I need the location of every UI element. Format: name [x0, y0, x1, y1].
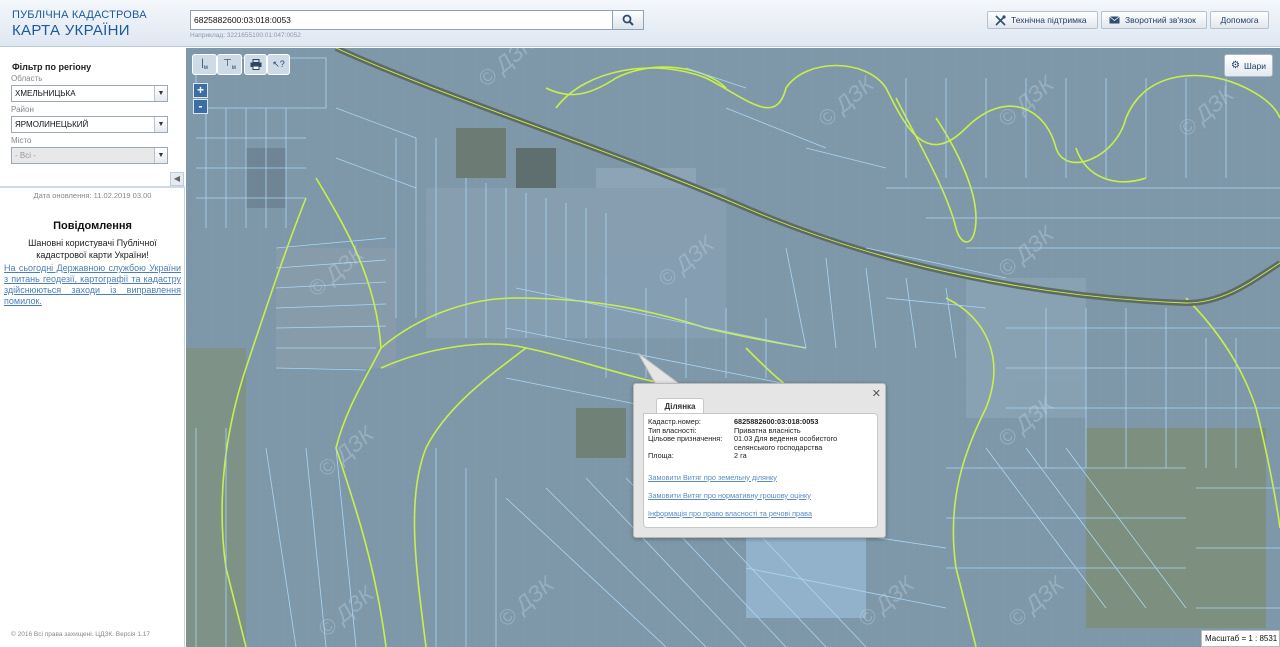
zoom-in-button[interactable]: + [193, 83, 208, 98]
region-filter: Фільтр по регіону Область ХМЕЛЬНИЦЬКА ▼ … [0, 48, 185, 188]
notice-text: Шановні користувачі Публічної кадастрово… [28, 238, 157, 260]
logo-line2: КАРТА УКРАЇНИ [12, 22, 130, 39]
info-key: Цільове призначення: [648, 434, 723, 443]
support-button[interactable]: Технічна підтримка [987, 11, 1098, 29]
info-key: Площа: [648, 451, 674, 460]
help-button[interactable]: Допомога [1210, 11, 1269, 29]
pointer-question-icon: ↖? [272, 59, 285, 69]
info-value: 2 га [734, 451, 747, 460]
measure-area-button[interactable]: ⊤м [217, 54, 242, 75]
chevron-down-icon: ▼ [154, 148, 167, 163]
rayon-select[interactable]: ЯРМОЛИНЕЦЬКИЙ ▼ [11, 116, 168, 133]
zoom-out-button[interactable]: - [193, 99, 208, 114]
rayon-label: Район [11, 105, 34, 114]
tools-icon [995, 14, 1006, 26]
search-hint: Наприклад: 3221655100:01:047:0052 [190, 32, 301, 39]
search-icon [622, 14, 634, 26]
support-label: Технічна підтримка [1011, 15, 1087, 25]
order-valuation-link[interactable]: Замовити Витяг про нормативну грошову оц… [648, 491, 873, 500]
update-date: Дата оновлення: 11.02.2019 03.00 [33, 191, 152, 200]
help-label: Допомога [1220, 15, 1259, 25]
tab-parcel[interactable]: Ділянка [656, 398, 704, 414]
ruler-icon: |м [201, 58, 208, 71]
notice-title: Повідомлення [53, 220, 132, 232]
notice-link[interactable]: На сьогодні Державною службою України з … [4, 263, 181, 307]
gear-icon: ⚙ [1231, 60, 1240, 71]
satellite-basemap[interactable]: © ДЗК © ДЗК © ДЗК © ДЗК © ДЗК © ДЗК © ДЗ… [186, 48, 1280, 647]
app-header: ПУБЛІЧНА КАДАСТРОВА КАРТА УКРАЇНИ 682588… [0, 0, 1280, 47]
collapse-panel-button[interactable]: ◀ [170, 172, 184, 186]
oblast-value: ХМЕЛЬНИЦЬКА [15, 89, 76, 98]
print-button[interactable] [244, 54, 267, 75]
order-extract-link[interactable]: Замовити Витяг про земельну ділянку [648, 473, 873, 482]
city-value: - Всі - [15, 151, 36, 160]
measure-distance-button[interactable]: |м [192, 54, 217, 75]
rayon-value: ЯРМОЛИНЕЦЬКИЙ [15, 120, 89, 129]
city-select: - Всі - ▼ [11, 147, 168, 164]
panel-divider [0, 186, 185, 188]
copyright-footer: © 2016 Всі права захищені. ЦДЗК. Версія … [11, 631, 151, 638]
envelope-icon [1109, 16, 1120, 24]
popup-content: Кадастр.номер: 6825882600:03:018:0053 Ти… [643, 413, 878, 528]
layers-label: Шари [1243, 60, 1266, 71]
parcel-info-popup: ✕ Ділянка Кадастр.номер: 6825882600:03:0… [633, 383, 886, 538]
filter-title: Фільтр по регіону [12, 62, 92, 72]
info-value: 01.03 Для ведення особистого селянського… [734, 434, 838, 452]
search-button[interactable] [613, 10, 644, 30]
printer-icon [250, 59, 261, 70]
layers-button[interactable]: ⚙ Шари [1224, 54, 1273, 77]
info-row: Площа: 2 га [648, 451, 873, 461]
feedback-label: Зворотний зв'язок [1125, 15, 1196, 25]
map-canvas[interactable]: © ДЗК © ДЗК © ДЗК © ДЗК © ДЗК © ДЗК © ДЗ… [186, 48, 1280, 647]
cadastral-search-input[interactable]: 6825882600:03:018:0053 [190, 10, 613, 30]
site-logo[interactable]: ПУБЛІЧНА КАДАСТРОВА КАРТА УКРАЇНИ [12, 9, 147, 39]
scale-indicator: Масштаб = 1 : 8531 [1201, 630, 1280, 647]
logo-line1: ПУБЛІЧНА КАДАСТРОВА [12, 9, 147, 21]
chevron-down-icon: ▼ [154, 117, 167, 132]
oblast-select[interactable]: ХМЕЛЬНИЦЬКА ▼ [11, 85, 168, 102]
left-panel: Фільтр по регіону Область ХМЕЛЬНИЦЬКА ▼ … [0, 48, 185, 647]
close-icon[interactable]: ✕ [872, 387, 881, 400]
area-icon: ⊤м [223, 58, 236, 71]
identify-button[interactable]: ↖? [267, 54, 290, 75]
info-row: Цільове призначення: 01.03 Для ведення о… [648, 434, 873, 452]
chevron-down-icon: ▼ [154, 86, 167, 101]
oblast-label: Область [11, 74, 43, 83]
feedback-button[interactable]: Зворотний зв'язок [1101, 11, 1207, 29]
city-label: Місто [11, 136, 32, 145]
ownership-info-link[interactable]: Інформація про право власності та речові… [648, 509, 873, 518]
